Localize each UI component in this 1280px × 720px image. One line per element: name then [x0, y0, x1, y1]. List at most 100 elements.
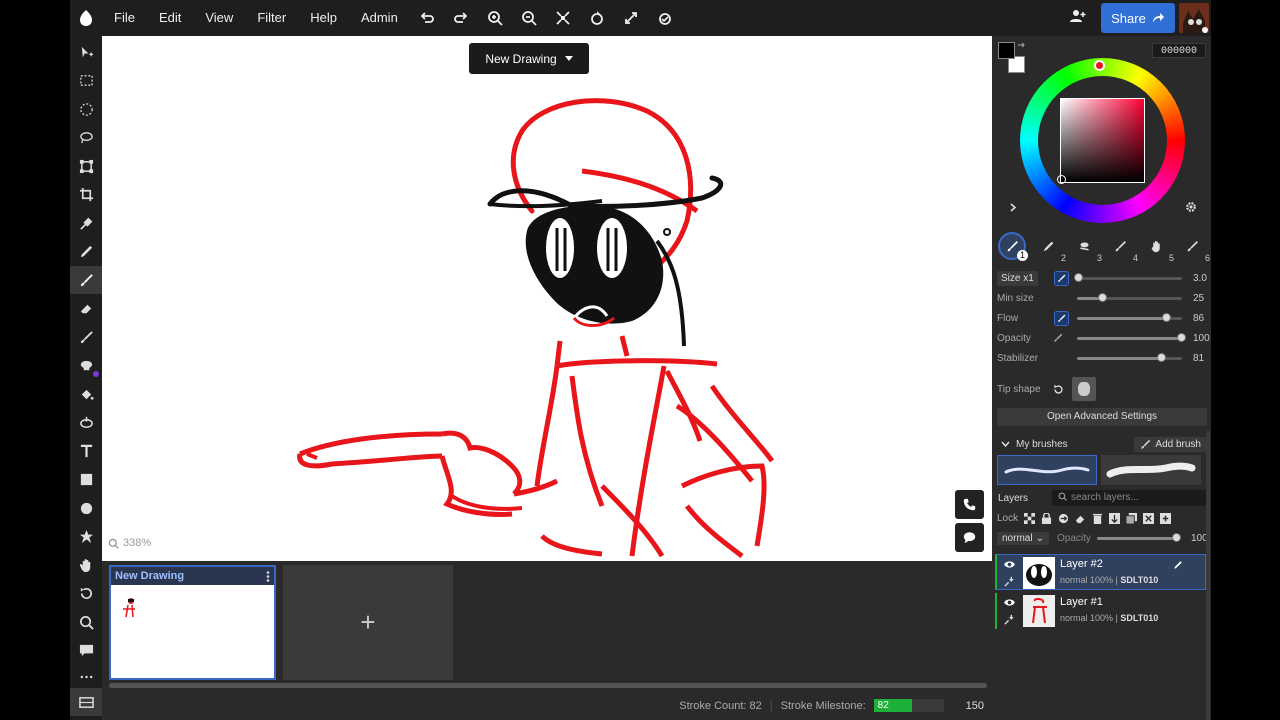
tip-shape-preview[interactable] — [1072, 377, 1096, 401]
zoom-tool-icon[interactable] — [70, 608, 102, 636]
menu-edit[interactable]: Edit — [147, 0, 193, 36]
rotate-view-icon[interactable] — [70, 579, 102, 607]
rotate-icon[interactable] — [580, 0, 614, 36]
merge-down-icon[interactable] — [1058, 513, 1069, 524]
layer-settings-icon[interactable] — [1004, 576, 1015, 587]
smudge-icon[interactable] — [70, 323, 102, 351]
size-pressure-toggle[interactable] — [1054, 270, 1069, 286]
search-layers-input[interactable]: search layers... — [1052, 490, 1207, 506]
eraser-icon[interactable] — [70, 294, 102, 322]
edit-pencil-icon[interactable] — [1173, 560, 1183, 570]
eye-icon[interactable] — [1004, 560, 1015, 569]
call-button[interactable] — [955, 490, 984, 519]
color-wheel[interactable] — [1020, 58, 1185, 223]
layer-row-2[interactable]: Layer #2 normal 100% | SDLT010 — [995, 554, 1206, 590]
zoom-out-icon[interactable] — [512, 0, 546, 36]
layer-row-1[interactable]: Layer #1 normal 100% | SDLT010 — [995, 593, 1206, 629]
avatar[interactable] — [1179, 3, 1209, 33]
brush-slot-2[interactable]: 2 — [1034, 232, 1066, 263]
brush-preset-2[interactable] — [1101, 455, 1201, 485]
stabilizer-slider[interactable] — [1077, 352, 1182, 362]
filmstrip-toggle-icon[interactable] — [70, 688, 102, 716]
add-layer-icon[interactable] — [1160, 512, 1172, 524]
saturation-handle[interactable] — [1057, 175, 1066, 184]
advanced-settings-button[interactable]: Open Advanced Settings — [997, 408, 1207, 426]
menu-file[interactable]: File — [102, 0, 147, 36]
menu-filter[interactable]: Filter — [245, 0, 298, 36]
move-layer-icon[interactable] — [1109, 512, 1121, 524]
add-user-icon[interactable] — [1070, 8, 1086, 27]
redo-icon[interactable] — [444, 0, 478, 36]
lock-icon[interactable] — [1041, 512, 1052, 524]
brush-slot-3[interactable]: 3 — [1070, 232, 1102, 263]
add-brush-button[interactable]: Add brush — [1134, 436, 1207, 452]
document-thumbnail[interactable]: New Drawing — [109, 565, 276, 680]
brush-slot-5[interactable]: 5 — [1142, 232, 1174, 263]
menu-admin[interactable]: Admin — [349, 0, 410, 36]
chat-button[interactable] — [955, 523, 984, 552]
layer-opacity-slider[interactable] — [1097, 532, 1181, 542]
clear-layer-icon[interactable] — [1075, 513, 1086, 524]
panel-scrollbar[interactable] — [1206, 431, 1210, 720]
menu-help[interactable]: Help — [298, 0, 349, 36]
chevron-down-icon[interactable] — [1001, 441, 1010, 447]
add-document-button[interactable]: + — [283, 565, 453, 680]
brush-slot-1[interactable]: 1 — [998, 232, 1028, 261]
delete-layer-icon[interactable] — [1092, 513, 1103, 524]
size-slider[interactable] — [1074, 272, 1182, 282]
fill-icon[interactable] — [70, 380, 102, 408]
document-menu-button[interactable]: New Drawing — [469, 43, 589, 74]
logo-icon[interactable] — [70, 0, 102, 36]
pen-pressure-off-icon[interactable] — [1053, 333, 1063, 343]
brush-preset-1[interactable] — [997, 455, 1097, 485]
circle-icon[interactable] — [70, 494, 102, 522]
duplicate-layer-icon[interactable] — [1126, 512, 1138, 524]
drawing-canvas[interactable]: New Drawing 338% — [102, 36, 992, 561]
min-size-slider[interactable] — [1077, 292, 1182, 302]
hand-icon[interactable] — [70, 551, 102, 579]
share-button[interactable]: Share — [1101, 3, 1175, 33]
text-icon[interactable] — [70, 437, 102, 465]
transform-icon[interactable] — [70, 152, 102, 180]
brush-slot-6[interactable]: 6 — [1178, 232, 1210, 263]
gradient-icon[interactable] — [70, 408, 102, 436]
opacity-slider[interactable] — [1077, 332, 1186, 342]
rect-select-icon[interactable] — [70, 66, 102, 94]
more-tools-icon[interactable] — [70, 670, 102, 684]
fullscreen-icon[interactable] — [614, 0, 648, 36]
reset-tip-icon[interactable] — [1053, 384, 1064, 395]
undo-icon[interactable] — [410, 0, 444, 36]
flip-layer-icon[interactable] — [1143, 512, 1155, 524]
fit-view-icon[interactable] — [546, 0, 580, 36]
menu-view[interactable]: View — [193, 0, 245, 36]
hex-color-input[interactable]: 000000 — [1152, 43, 1206, 58]
chevron-right-icon[interactable] — [1010, 203, 1017, 212]
hue-handle[interactable] — [1094, 60, 1105, 71]
pen-icon[interactable] — [70, 237, 102, 265]
horizontal-scrollbar[interactable] — [109, 683, 987, 688]
flow-pressure-toggle[interactable] — [1054, 310, 1069, 326]
reset-rotation-icon[interactable] — [648, 0, 682, 36]
rectangle-icon[interactable] — [70, 465, 102, 493]
flow-slider[interactable] — [1077, 312, 1182, 322]
blend-mode-select[interactable]: normal ⌄ — [997, 531, 1049, 545]
blur-icon[interactable] — [70, 351, 102, 379]
lock-transparency-icon[interactable] — [1024, 512, 1036, 524]
move-tool-icon[interactable] — [70, 38, 102, 66]
kebab-menu-icon[interactable] — [266, 570, 270, 582]
swap-colors-icon[interactable] — [1017, 42, 1026, 51]
settings-gear-icon[interactable] — [1185, 201, 1197, 213]
eye-icon[interactable] — [1004, 598, 1015, 607]
lasso-icon[interactable] — [70, 123, 102, 151]
zoom-in-icon[interactable] — [478, 0, 512, 36]
shape-icon[interactable] — [70, 522, 102, 550]
brush-slot-4[interactable]: 4 — [1106, 232, 1138, 263]
saturation-value-square[interactable] — [1060, 98, 1145, 183]
ellipse-select-icon[interactable] — [70, 95, 102, 123]
layer-settings-icon[interactable] — [1004, 614, 1015, 625]
comment-icon[interactable] — [70, 636, 102, 664]
eyedropper-icon[interactable] — [70, 209, 102, 237]
crop-icon[interactable] — [70, 180, 102, 208]
primary-color-swatch[interactable] — [998, 42, 1015, 59]
brush-tool-icon[interactable] — [70, 266, 102, 294]
